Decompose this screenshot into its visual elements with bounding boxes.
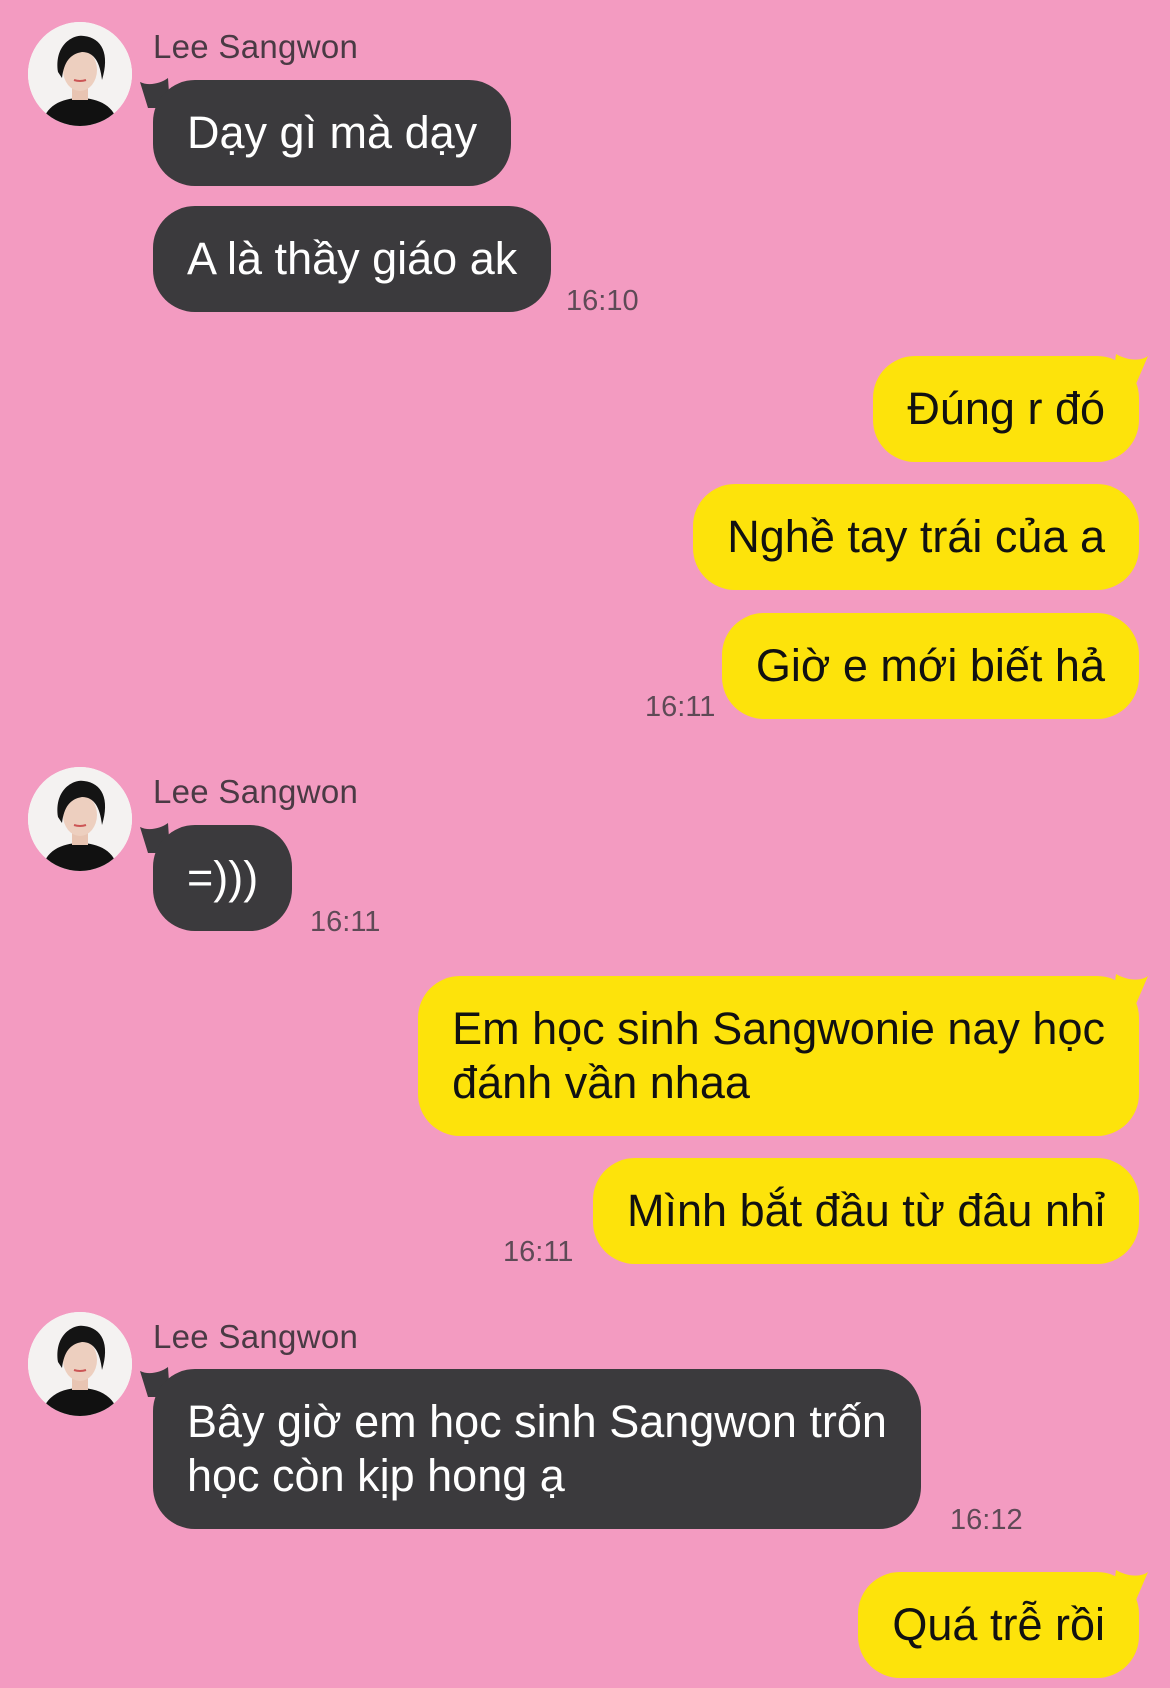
- message-time: 16:11: [645, 691, 716, 723]
- message-bubble[interactable]: Dạy gì mà dạy: [153, 80, 512, 186]
- chat-area[interactable]: Lee Sangwon Dạy gì mà dạy A là thầy giáo…: [0, 0, 1170, 1688]
- avatar[interactable]: [28, 767, 132, 871]
- message-time: 16:12: [950, 1504, 1023, 1536]
- profile-photo-icon: [28, 1312, 132, 1416]
- message-time: 16:11: [310, 906, 381, 938]
- message-bubble[interactable]: Giờ e mới biết hả: [721, 613, 1139, 719]
- message-time: 16:10: [566, 285, 639, 317]
- message-bubble[interactable]: =))): [153, 825, 293, 931]
- sender-name: Lee Sangwon: [153, 1318, 359, 1355]
- message-bubble[interactable]: A là thầy giáo ak: [153, 206, 552, 312]
- message-bubble[interactable]: Em học sinh Sangwonie nay học đánh vần n…: [418, 976, 1139, 1136]
- message-time: 16:11: [503, 1236, 574, 1268]
- avatar[interactable]: [28, 22, 132, 126]
- message-bubble[interactable]: Bây giờ em học sinh Sangwon trốn học còn…: [153, 1369, 921, 1529]
- message-bubble[interactable]: Đúng r đó: [873, 356, 1139, 462]
- message-bubble[interactable]: Quá trễ rồi: [858, 1572, 1139, 1678]
- sender-name: Lee Sangwon: [153, 773, 359, 810]
- sender-name: Lee Sangwon: [153, 28, 359, 65]
- profile-photo-icon: [28, 22, 132, 126]
- message-bubble[interactable]: Mình bắt đầu từ đâu nhỉ: [593, 1158, 1139, 1264]
- message-bubble[interactable]: Nghề tay trái của a: [693, 484, 1139, 590]
- profile-photo-icon: [28, 767, 132, 871]
- avatar[interactable]: [28, 1312, 132, 1416]
